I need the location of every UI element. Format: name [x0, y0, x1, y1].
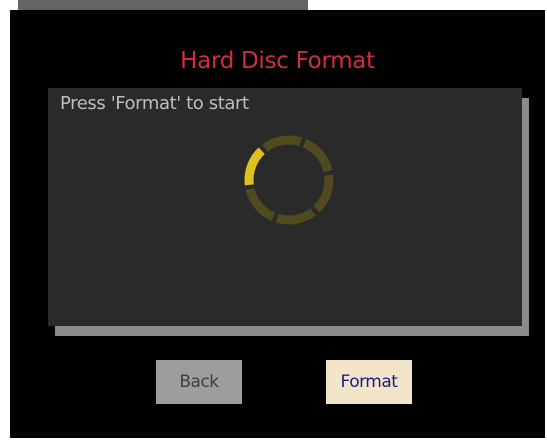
dialog-title: Hard Disc Format	[180, 48, 375, 74]
back-button[interactable]: Back	[156, 360, 242, 404]
spinner-segment	[302, 139, 333, 173]
tv-menu-frame: Hard Disc Format Press 'Format' to start…	[0, 0, 547, 443]
osd-screen: Hard Disc Format Press 'Format' to start…	[10, 10, 545, 438]
spinner-segment	[262, 135, 303, 152]
spinner-segment	[275, 208, 316, 225]
loading-ring-icon	[244, 135, 334, 225]
top-edge-strip	[18, 0, 308, 10]
format-button[interactable]: Format	[326, 360, 412, 404]
spinner-segment	[313, 174, 334, 213]
format-panel: Press 'Format' to start	[48, 88, 522, 326]
format-prompt: Press 'Format' to start	[60, 93, 249, 114]
spinner-active-segment	[244, 147, 265, 186]
spinner-segment	[245, 187, 276, 221]
